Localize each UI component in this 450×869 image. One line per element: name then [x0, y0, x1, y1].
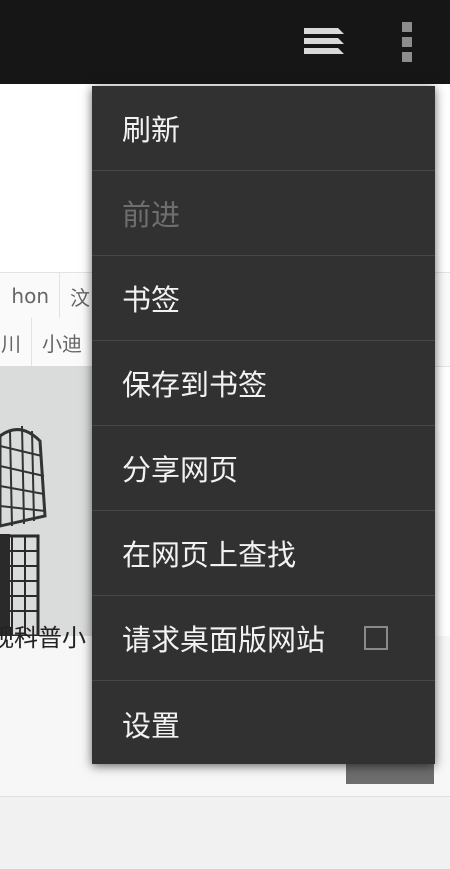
- menu-item[interactable]: 前进: [92, 171, 435, 256]
- menu-item-label: 分享网页: [122, 453, 239, 487]
- menu-item-label: 书签: [122, 283, 181, 317]
- tabs-stack-icon[interactable]: [300, 22, 348, 62]
- menu-item-label: 保存到书签: [122, 368, 268, 402]
- menu-item[interactable]: 在网页上查找: [92, 511, 435, 596]
- menu-item-label: 设置: [122, 708, 181, 743]
- menu-item-label: 请求桌面版网站: [122, 623, 326, 657]
- menu-item-label: 前进: [122, 198, 181, 232]
- overflow-menu-icon[interactable]: [396, 20, 418, 64]
- overflow-menu: 刷新前进书签保存到书签分享网页在网页上查找 请求桌面版网站 设置: [92, 86, 435, 764]
- menu-item[interactable]: 保存到书签: [92, 341, 435, 426]
- menu-item[interactable]: 请求桌面版网站: [92, 596, 435, 681]
- menu-item[interactable]: 分享网页: [92, 426, 435, 511]
- nav-link[interactable]: hon: [0, 273, 60, 319]
- footer-strip: [0, 796, 450, 869]
- browser-toolbar: [0, 0, 450, 84]
- menu-item-label: 在网页上查找: [122, 538, 297, 572]
- nav-link[interactable]: 川: [0, 318, 32, 366]
- menu-item-label: 刷新: [122, 113, 181, 147]
- desktop-site-checkbox[interactable]: [364, 626, 388, 650]
- article-title[interactable]: 视科普小: [0, 618, 86, 653]
- menu-item[interactable]: 刷新: [92, 86, 435, 171]
- menu-item[interactable]: 设置: [92, 681, 435, 766]
- menu-item[interactable]: 书签: [92, 256, 435, 341]
